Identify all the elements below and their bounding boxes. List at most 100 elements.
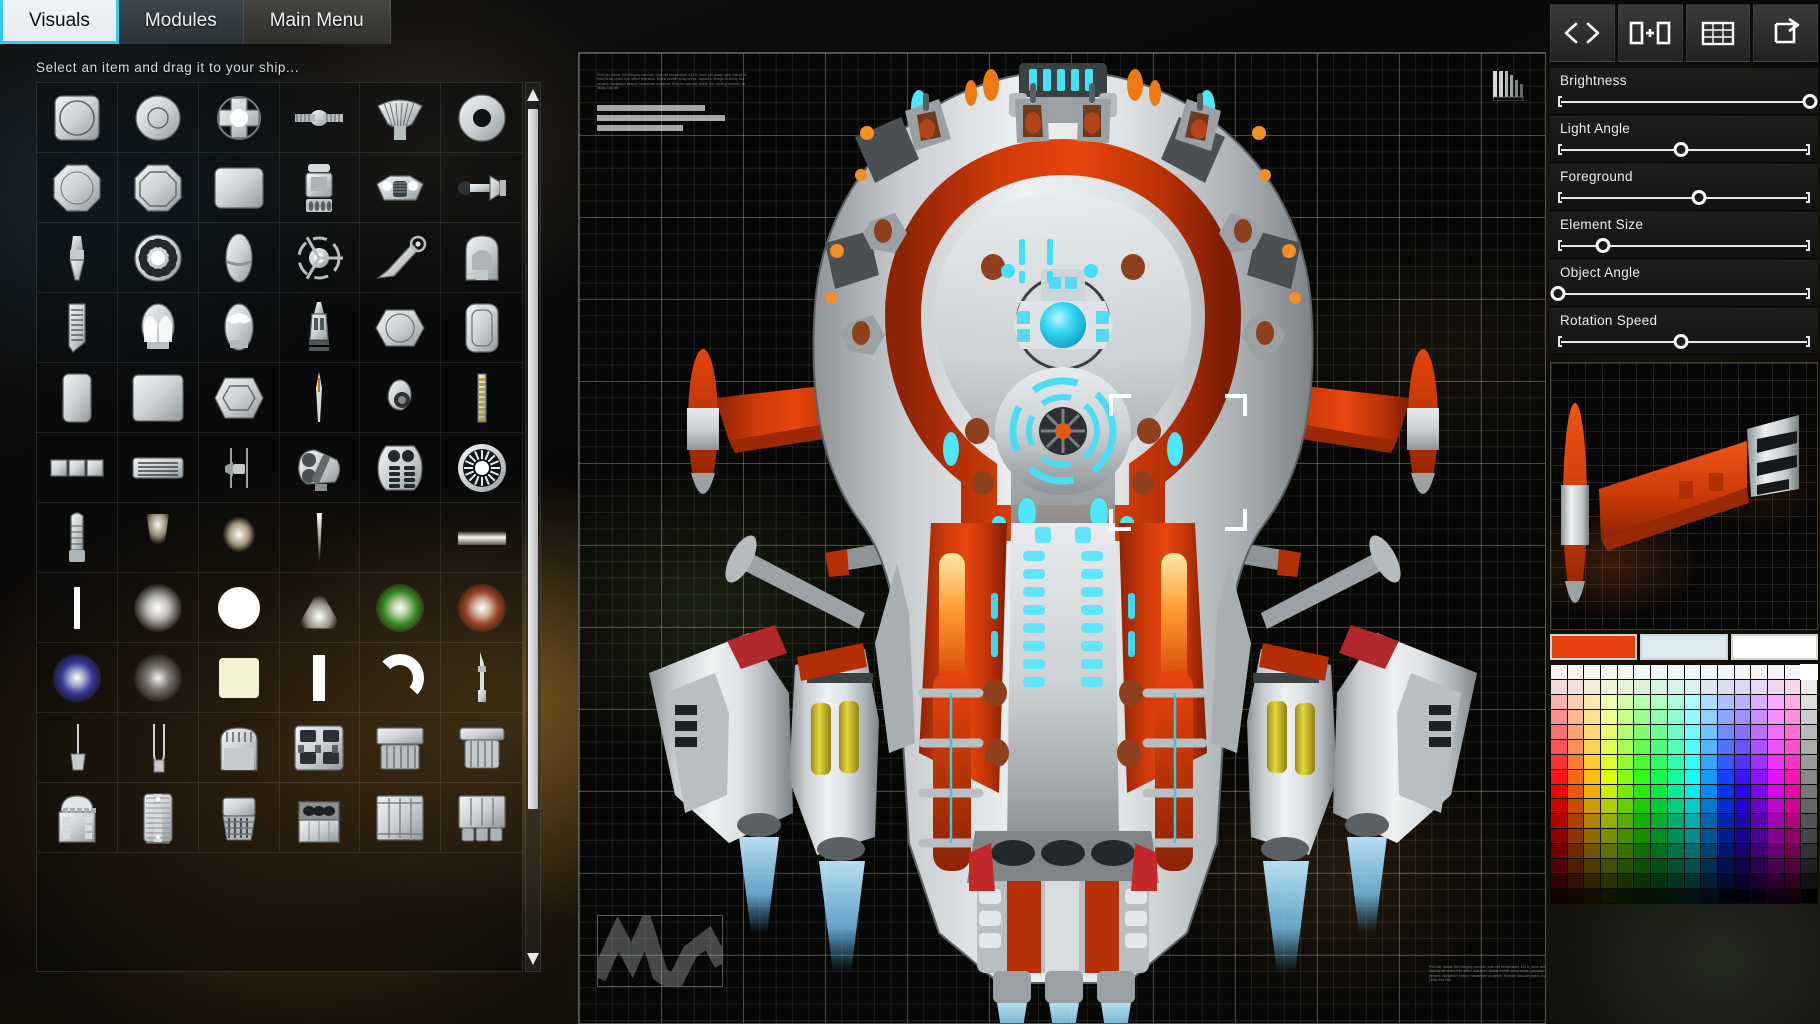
color-chip[interactable]: [1767, 859, 1784, 874]
color-chip[interactable]: [1717, 754, 1734, 769]
color-chip[interactable]: [1751, 784, 1767, 799]
color-chip[interactable]: [1734, 859, 1751, 874]
palette-item-grey-round-glow[interactable]: [117, 643, 199, 713]
color-chip[interactable]: [1751, 799, 1767, 814]
color-chip[interactable]: [1801, 694, 1817, 709]
ship-artwork[interactable]: [579, 53, 1546, 1024]
palette-item-hull-panel-part[interactable]: [360, 783, 442, 853]
color-chip[interactable]: [1667, 889, 1684, 903]
color-chip[interactable]: [1767, 679, 1784, 694]
color-chip[interactable]: [1801, 799, 1817, 814]
color-chip[interactable]: [1801, 814, 1817, 829]
color-chip[interactable]: [1651, 874, 1667, 889]
palette-item-triangle-glow[interactable]: [279, 573, 361, 643]
color-chip[interactable]: [1551, 814, 1567, 829]
color-chip[interactable]: [1717, 694, 1734, 709]
color-chip[interactable]: [1601, 844, 1617, 859]
color-chip[interactable]: [1717, 724, 1734, 739]
color-chip[interactable]: [1701, 709, 1717, 724]
color-chip[interactable]: [1784, 784, 1801, 799]
tab-modules[interactable]: Modules: [118, 0, 244, 44]
color-chip[interactable]: [1751, 709, 1767, 724]
color-chip[interactable]: [1617, 844, 1634, 859]
slider-knob[interactable]: [1673, 334, 1689, 349]
palette-item-thin-antenna-part[interactable]: [117, 713, 199, 783]
color-chip[interactable]: [1617, 784, 1634, 799]
palette-item-wide-intake-part[interactable]: [360, 153, 442, 223]
color-chip[interactable]: [1684, 724, 1701, 739]
color-chip[interactable]: [1801, 874, 1817, 889]
color-chip[interactable]: [1567, 679, 1584, 694]
palette-item-teardrop-sensor-part[interactable]: [360, 363, 442, 433]
palette-item-octagon-plate-part[interactable]: [37, 153, 118, 223]
swatch-secondary[interactable]: [1640, 634, 1728, 660]
color-chip[interactable]: [1617, 874, 1634, 889]
color-chip[interactable]: [1551, 679, 1567, 694]
color-chip[interactable]: [1717, 709, 1734, 724]
palette-item-caged-engine-part[interactable]: [198, 783, 280, 853]
color-chip[interactable]: [1651, 709, 1667, 724]
color-chip[interactable]: [1784, 694, 1801, 709]
color-chip[interactable]: [1701, 829, 1717, 844]
color-chip[interactable]: [1717, 874, 1734, 889]
palette-item-hex-plate-part[interactable]: [360, 293, 442, 363]
palette-item-ladder-strip-part[interactable]: [441, 363, 522, 433]
color-chip[interactable]: [1551, 694, 1567, 709]
color-chip[interactable]: [1684, 739, 1701, 754]
color-chip[interactable]: [1584, 709, 1601, 724]
color-chip[interactable]: [1684, 709, 1701, 724]
scroll-up-arrow-icon[interactable]: [527, 89, 539, 101]
color-chip[interactable]: [1634, 784, 1651, 799]
color-chip[interactable]: [1584, 859, 1601, 874]
palette-item-panel-array-part[interactable]: [360, 713, 442, 783]
color-chip[interactable]: [1601, 709, 1617, 724]
color-chip[interactable]: [1734, 724, 1751, 739]
color-chip[interactable]: [1751, 739, 1767, 754]
palette-item-cream-square-glow[interactable]: [198, 643, 280, 713]
color-chip[interactable]: [1551, 829, 1567, 844]
color-chip[interactable]: [1584, 889, 1601, 903]
color-chip[interactable]: [1751, 694, 1767, 709]
color-chip[interactable]: [1717, 679, 1734, 694]
slider-knob[interactable]: [1802, 94, 1818, 109]
color-chip[interactable]: [1734, 679, 1751, 694]
color-chip[interactable]: [1551, 859, 1567, 874]
color-chip[interactable]: [1634, 769, 1651, 784]
palette-item-rounded-square-ring-part[interactable]: [37, 83, 118, 153]
color-chip[interactable]: [1601, 799, 1617, 814]
color-chip[interactable]: [1551, 709, 1567, 724]
color-chip[interactable]: [1751, 769, 1767, 784]
slider-light-angle[interactable]: Light Angle: [1550, 116, 1818, 163]
color-chip[interactable]: [1617, 709, 1634, 724]
color-chip[interactable]: [1634, 799, 1651, 814]
palette-item-needle-flare-glow[interactable]: [279, 503, 361, 573]
color-picker-grid[interactable]: [1550, 664, 1818, 904]
color-chip[interactable]: [1617, 799, 1634, 814]
palette-item-upright-module-part[interactable]: [279, 153, 361, 223]
color-chip[interactable]: [1801, 889, 1817, 903]
color-chip[interactable]: [1784, 754, 1801, 769]
color-chip[interactable]: [1667, 679, 1684, 694]
color-chip[interactable]: [1717, 769, 1734, 784]
color-chip[interactable]: [1767, 829, 1784, 844]
slider-object-angle[interactable]: Object Angle: [1550, 260, 1818, 307]
color-chip[interactable]: [1767, 709, 1784, 724]
slider-track[interactable]: [1550, 286, 1810, 301]
color-chip[interactable]: [1717, 784, 1734, 799]
color-chip[interactable]: [1667, 724, 1684, 739]
color-chip[interactable]: [1751, 754, 1767, 769]
slider-knob[interactable]: [1673, 142, 1689, 157]
color-chip[interactable]: [1784, 859, 1801, 874]
color-chip[interactable]: [1734, 829, 1751, 844]
palette-item-octagon-frame-part[interactable]: [117, 153, 199, 223]
color-chip[interactable]: [1784, 889, 1801, 903]
palette-item-antenna-node-part[interactable]: [198, 433, 280, 503]
color-chip[interactable]: [1634, 889, 1651, 903]
color-chip[interactable]: [1751, 829, 1767, 844]
color-chip[interactable]: [1734, 709, 1751, 724]
color-chip[interactable]: [1784, 739, 1801, 754]
color-chip[interactable]: [1667, 665, 1684, 679]
color-chip[interactable]: [1684, 754, 1701, 769]
color-chip[interactable]: [1684, 829, 1701, 844]
color-chip[interactable]: [1667, 739, 1684, 754]
